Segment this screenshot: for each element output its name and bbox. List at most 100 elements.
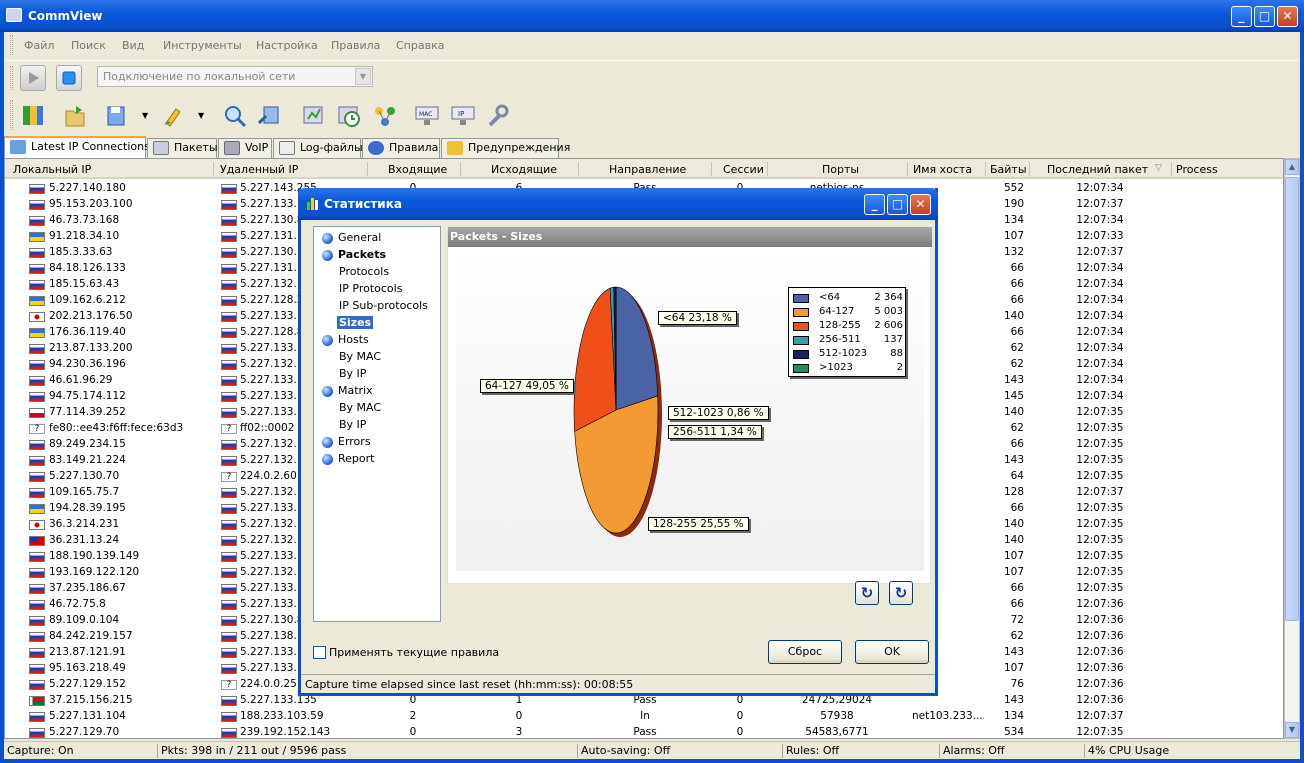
local-country-flag-icon [29, 376, 45, 386]
save-icon[interactable] [104, 103, 130, 129]
column-outgoing[interactable]: Исходящие [491, 163, 557, 179]
alarms-icon [447, 141, 463, 155]
local-ip-cell: 95.153.203.100 [49, 198, 133, 210]
start-capture-icon[interactable] [20, 65, 46, 91]
column-last-packet[interactable]: Последний пакет [1047, 163, 1148, 179]
tree-item-report[interactable]: Report [338, 452, 374, 465]
local-ip-cell: 5.227.130.70 [49, 470, 120, 482]
ok-button[interactable]: OK [855, 640, 929, 664]
local-ip-cell: 109.165.75.7 [49, 486, 120, 498]
incoming-cell: 0 [409, 726, 417, 738]
table-row[interactable]: 5.227.131.104 188.233.103.59 2 0 In 0 57938 net… [5, 709, 1283, 725]
menu-file[interactable]: Файл [24, 39, 54, 52]
scrollbar-thumb[interactable] [1285, 177, 1299, 621]
column-ports[interactable]: Порты [822, 163, 859, 179]
local-country-flag-icon [29, 504, 45, 514]
apply-rules-checkbox[interactable] [313, 646, 326, 659]
bytes-cell: 76 [1010, 678, 1024, 690]
menu-tools[interactable]: Инструменты [163, 39, 242, 52]
scheduler-icon[interactable] [336, 103, 362, 129]
local-ip-cell: 36.231.13.24 [49, 534, 120, 546]
local-ip-cell: 95.163.218.49 [49, 662, 126, 674]
tree-item-by-mac[interactable]: By MAC [339, 401, 381, 414]
statistics-icon[interactable] [300, 103, 326, 129]
search-icon[interactable] [222, 103, 248, 129]
menu-rules[interactable]: Правила [331, 39, 380, 52]
column-divider[interactable] [213, 162, 214, 176]
column-divider[interactable] [985, 162, 986, 176]
adapter-select[interactable]: Подключение по локальной сети ▼ [97, 66, 373, 87]
tab-log-files[interactable]: Log-файлы [273, 138, 363, 158]
column-local-ip[interactable]: Локальный IP [13, 163, 91, 179]
tab-alarms[interactable]: Предупреждения [441, 138, 570, 158]
mac-aliases-icon[interactable]: MAC [414, 103, 440, 129]
menu-settings[interactable]: Настройка [256, 39, 318, 52]
column-bytes[interactable]: Байты [990, 163, 1027, 179]
minimize-button[interactable]: _ [1231, 6, 1252, 27]
clear-dropdown-icon[interactable]: ▼ [198, 111, 204, 120]
tree-item-by-ip[interactable]: By IP [339, 418, 366, 431]
clear-icon[interactable] [160, 103, 186, 129]
save-dropdown-icon[interactable]: ▼ [142, 111, 148, 120]
tree-item-general[interactable]: General [338, 231, 381, 244]
column-incoming[interactable]: Входящие [388, 163, 447, 179]
refresh-icon[interactable]: ↻ [855, 581, 879, 605]
column-divider[interactable] [907, 162, 908, 176]
column-divider[interactable] [711, 162, 712, 176]
tree-item-by-mac[interactable]: By MAC [339, 350, 381, 363]
column-divider[interactable] [367, 162, 368, 176]
dialog-maximize-button[interactable]: □ [887, 194, 908, 215]
column-direction[interactable]: Направление [609, 163, 686, 179]
local-country-flag-icon [29, 584, 45, 594]
close-button[interactable]: ✕ [1277, 6, 1298, 27]
bytes-cell: 66 [1010, 502, 1024, 514]
main-toolbar: ▼ ▼ MAC IP [4, 95, 1300, 135]
tree-item-errors[interactable]: Errors [338, 435, 371, 448]
tree-item-sizes[interactable]: Sizes [337, 316, 374, 329]
find-packet-icon[interactable] [256, 103, 282, 129]
tab-packets[interactable]: Пакеты [147, 138, 218, 158]
column-divider[interactable] [1029, 162, 1030, 176]
open-log-viewer-icon[interactable] [20, 103, 46, 129]
last-packet-cell: 12:07:34 [1076, 310, 1124, 322]
tree-item-by-ip[interactable]: By IP [339, 367, 366, 380]
chevron-down-icon[interactable]: ▼ [355, 68, 371, 85]
column-divider[interactable] [578, 162, 579, 176]
node-reconstruction-icon[interactable] [372, 103, 398, 129]
maximize-button[interactable]: □ [1254, 6, 1275, 27]
column-process[interactable]: Process [1176, 163, 1218, 179]
column-hostname[interactable]: Имя хоста [913, 163, 972, 179]
wrench-icon[interactable] [484, 103, 510, 129]
scroll-down-icon[interactable]: ▼ [1285, 722, 1299, 738]
scroll-up-icon[interactable]: ▲ [1285, 159, 1299, 175]
column-sessions[interactable]: Сессии [723, 163, 764, 179]
open-file-icon[interactable] [62, 103, 88, 129]
tree-item-ip-sub-protocols[interactable]: IP Sub-protocols [339, 299, 428, 312]
menu-view[interactable]: Вид [122, 39, 144, 52]
tree-item-ip-protocols[interactable]: IP Protocols [339, 282, 402, 295]
dialog-close-button[interactable]: ✕ [910, 194, 931, 215]
auto-refresh-icon[interactable]: ↻ [889, 581, 913, 605]
dialog-minimize-button[interactable]: _ [864, 194, 885, 215]
tree-item-protocols[interactable]: Protocols [339, 265, 389, 278]
vertical-scrollbar[interactable]: ▲ ▼ [1284, 158, 1300, 739]
tab-rules[interactable]: Правила [362, 138, 440, 158]
tab-voip[interactable]: VoIP [218, 138, 272, 158]
column-divider[interactable] [767, 162, 768, 176]
pie-label-0: <64 23,18 % [658, 311, 737, 325]
menu-help[interactable]: Справка [396, 39, 444, 52]
column-divider[interactable] [460, 162, 461, 176]
remote-country-flag-icon [221, 392, 237, 402]
stop-capture-icon[interactable] [56, 65, 82, 91]
tree-item-hosts[interactable]: Hosts [338, 333, 369, 346]
menu-search[interactable]: Поиск [71, 39, 106, 52]
column-divider[interactable] [1171, 162, 1172, 176]
tab-latest-ip-connections[interactable]: Latest IP Connections [4, 136, 150, 159]
table-row[interactable]: 5.227.129.70 239.192.152.143 0 3 Pass 0 54583,… [5, 725, 1283, 738]
ip-aliases-icon[interactable]: IP [450, 103, 476, 129]
reset-button[interactable]: Сброс [768, 640, 842, 664]
tree-item-matrix[interactable]: Matrix [338, 384, 373, 397]
tree-item-packets[interactable]: Packets [338, 248, 386, 261]
local-country-flag-icon [29, 216, 45, 226]
column-remote-ip[interactable]: Удаленный IP [220, 163, 298, 179]
